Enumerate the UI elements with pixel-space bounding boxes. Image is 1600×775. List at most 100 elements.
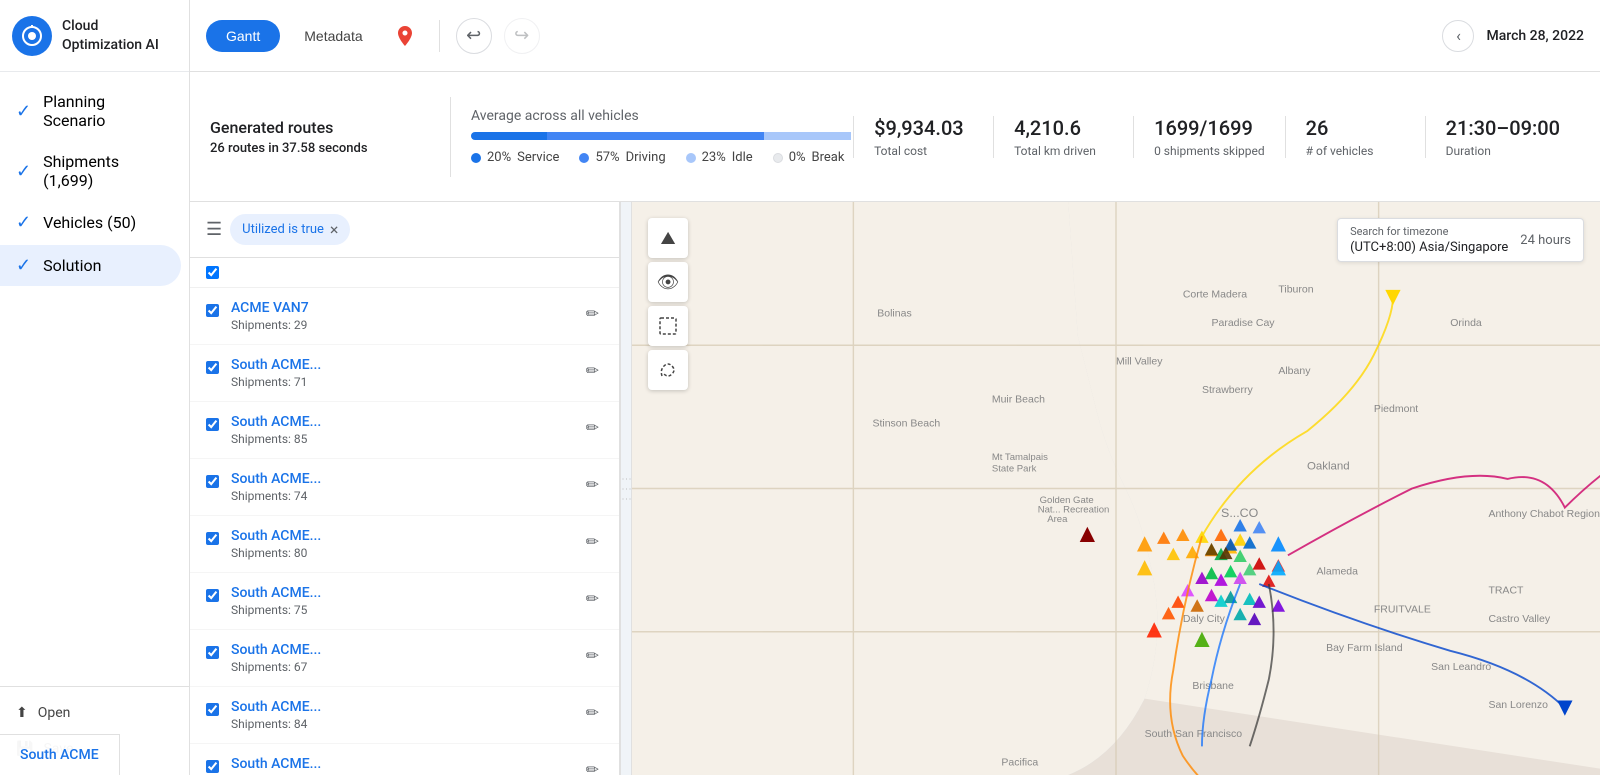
service-label: Service (517, 150, 559, 165)
edit-icon[interactable]: ✏ (582, 699, 603, 726)
sidebar-item-vehicles[interactable]: ✓ Vehicles (50) (0, 202, 181, 243)
vehicle-info: South ACME... Shipments: 74 (231, 471, 574, 503)
total-cost-stat: $9,934.03 Total cost (853, 116, 993, 158)
filter-chip[interactable]: Utilized is true × (230, 214, 350, 245)
vehicle-checkbox[interactable] (206, 589, 219, 602)
timezone-section: Search for timezone (UTC+8:00) Asia/Sing… (1350, 225, 1508, 255)
svg-text:Anthony Chabot Regional Park: Anthony Chabot Regional Park (1488, 508, 1600, 520)
sidebar-item-planning-scenario[interactable]: ✓ Planning Scenario (0, 82, 181, 140)
total-km-label: Total km driven (1014, 144, 1113, 158)
open-button[interactable]: ⬆ Open (0, 695, 189, 731)
filter-chip-label: Utilized is true (242, 222, 324, 237)
vehicle-checkbox[interactable] (206, 760, 219, 773)
undo-button[interactable]: ↩ (456, 18, 492, 54)
map-svg: Oakland S...CO Albany Piedmont Bolinas M… (632, 202, 1600, 775)
vehicle-checkbox[interactable] (206, 646, 219, 659)
vehicle-shipments: Shipments: 75 (231, 603, 574, 617)
list-item[interactable]: South ACME... Shipments: 75 ✏ (190, 573, 619, 630)
vehicle-checkbox[interactable] (206, 475, 219, 488)
routes-count: 26 routes in (210, 141, 282, 156)
lasso-select-button[interactable] (648, 350, 688, 390)
vehicle-checkbox[interactable] (206, 418, 219, 431)
vehicle-name: South ACME... (231, 756, 574, 772)
shipments-stat: 1699/1699 0 shipments skipped (1133, 116, 1285, 158)
timezone-bar: Search for timezone (UTC+8:00) Asia/Sing… (1337, 218, 1584, 262)
satellite-view-button[interactable]: ⛰ (648, 218, 688, 258)
vehicles-header (190, 258, 619, 288)
stat-divider (450, 97, 451, 177)
service-bar (471, 132, 547, 140)
check-icon: ✓ (16, 101, 31, 122)
svg-text:Daly City: Daly City (1183, 613, 1226, 625)
app-title: Cloud Optimization AI (62, 17, 177, 53)
svg-text:State Park: State Park (992, 463, 1037, 474)
svg-text:Pacifica: Pacifica (1001, 756, 1038, 768)
driving-label: Driving (626, 150, 666, 165)
vehicle-checkbox[interactable] (206, 304, 219, 317)
service-dot (471, 153, 481, 163)
sidebar-item-shipments[interactable]: ✓ Shipments (1,699) (0, 142, 181, 200)
total-km-value: 4,210.6 (1014, 116, 1113, 140)
filter-icon[interactable]: ☰ (206, 219, 222, 240)
vehicle-checkbox[interactable] (206, 361, 219, 374)
vehicle-checkbox[interactable] (206, 532, 219, 545)
redo-button[interactable]: ↪ (504, 18, 540, 54)
sidebar-item-label: Vehicles (50) (43, 213, 136, 232)
svg-text:San Leandro: San Leandro (1431, 661, 1491, 673)
svg-text:Mill Valley: Mill Valley (1116, 355, 1163, 367)
list-item[interactable]: ACME VAN7 Shipments: 29 ✏ (190, 288, 619, 345)
edit-icon[interactable]: ✏ (582, 642, 603, 669)
app-logo (12, 16, 52, 56)
vehicle-info: South ACME... Shipments: 75 (231, 585, 574, 617)
select-area-button[interactable] (648, 306, 688, 346)
generated-routes-section: Generated routes 26 routes in 37.58 seco… (210, 118, 430, 156)
filter-chip-close[interactable]: × (330, 220, 339, 239)
list-item[interactable]: South ACME... Shipments: 74 ✏ (190, 459, 619, 516)
svg-text:Bay Farm Island: Bay Farm Island (1326, 642, 1403, 654)
chevron-left-button[interactable]: ‹ (1442, 20, 1474, 52)
edit-icon[interactable]: ✏ (582, 357, 603, 384)
list-item[interactable]: South ACME... Shipments: 80 ✏ (190, 516, 619, 573)
svg-text:Muir Beach: Muir Beach (992, 394, 1045, 406)
gantt-button[interactable]: Gantt (206, 20, 280, 52)
edit-icon[interactable]: ✏ (582, 756, 603, 775)
list-item[interactable]: South ACME... Shipments: 84 ✏ (190, 687, 619, 744)
vehicle-shipments: Shipments: 71 (231, 375, 574, 389)
edit-icon[interactable]: ✏ (582, 471, 603, 498)
list-item[interactable]: South ACME... Shipments: 67 ✏ (190, 630, 619, 687)
toggle-view-button[interactable]: 👁 (648, 262, 688, 302)
duration-stat: 21:30–09:00 Duration (1425, 116, 1580, 158)
edit-icon[interactable]: ✏ (582, 528, 603, 555)
list-item[interactable]: South ACME... Shipments: 71 ✏ (190, 345, 619, 402)
divider (439, 20, 440, 52)
vehicle-checkbox[interactable] (206, 703, 219, 716)
driving-bar (547, 132, 764, 140)
panel-resizer[interactable]: ⋮⋮⋮ (620, 202, 632, 775)
svg-text:Strawberry: Strawberry (1202, 384, 1254, 396)
edit-icon[interactable]: ✏ (582, 300, 603, 327)
vehicle-info: South ACME... Shipments: 67 (231, 642, 574, 674)
svg-text:Stinson Beach: Stinson Beach (872, 417, 940, 429)
metadata-button[interactable]: Metadata (292, 20, 374, 52)
map-pin-button[interactable] (387, 18, 423, 54)
svg-text:S...CO: S...CO (1221, 506, 1259, 520)
sidebar-item-solution[interactable]: ✓ Solution (0, 245, 181, 286)
vehicle-list: ACME VAN7 Shipments: 29 ✏ South ACME... … (190, 288, 619, 775)
timezone-value: (UTC+8:00) Asia/Singapore (1350, 240, 1508, 255)
vehicle-name: South ACME... (231, 414, 574, 430)
edit-icon[interactable]: ✏ (582, 585, 603, 612)
open-icon: ⬆ (16, 705, 28, 721)
list-item[interactable]: South ACME... Shipments: 85 ✏ (190, 402, 619, 459)
vehicle-shipments: Shipments: 29 (231, 318, 574, 332)
vehicle-shipments: Shipments: 84 (231, 717, 574, 731)
vehicle-name: South ACME... (231, 357, 574, 373)
vehicle-name: South ACME... (231, 528, 574, 544)
edit-icon[interactable]: ✏ (582, 414, 603, 441)
list-item[interactable]: South ACME... Shipments: ... ✏ (190, 744, 619, 775)
map-area[interactable]: ⛰ 👁 Search for timezone (UTC+8:00) (632, 202, 1600, 775)
vehicles-label: # of vehicles (1306, 144, 1405, 158)
select-all-checkbox[interactable] (206, 266, 219, 279)
svg-text:FRUITVALE: FRUITVALE (1374, 604, 1431, 616)
vehicle-info: South ACME... Shipments: ... (231, 756, 574, 775)
svg-text:Alameda: Alameda (1317, 565, 1359, 577)
